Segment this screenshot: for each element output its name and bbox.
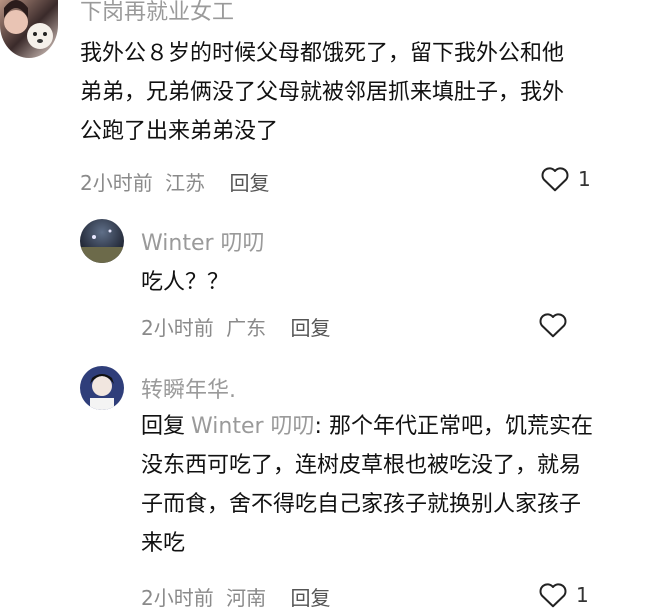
reply-text-line: 回复 Winter 叨叨: 那个年代正常吧，饥荒实在: [141, 407, 660, 446]
reply-button[interactable]: 回复: [229, 171, 269, 195]
reply-button[interactable]: 回复: [290, 316, 330, 340]
comment-text-line: 公跑了出来弟弟没了: [80, 119, 279, 144]
comment-text-line: 我外公８岁的时候父母都饿死了，留下我外公和他: [80, 41, 565, 66]
reply-text-line: 来吃: [141, 531, 186, 556]
avatar-image: [90, 374, 114, 410]
like-button[interactable]: 1: [540, 165, 591, 193]
reply-text-line: 子而食，舍不得吃自己家孩子就换别人家孩子: [141, 492, 582, 517]
reply-location: 广东: [226, 316, 267, 340]
avatar[interactable]: [80, 219, 124, 263]
reply-text: 回复 Winter 叨叨: 那个年代正常吧，饥荒实在 没东西可吃了，连树皮草根也被…: [141, 407, 660, 563]
comment-text: 我外公８岁的时候父母都饿死了，留下我外公和他 弟弟，兄弟俩没了父母就被邻居抓来填…: [80, 34, 655, 151]
avatar[interactable]: [0, 0, 58, 58]
reply-location: 河南: [226, 586, 267, 610]
like-button[interactable]: [538, 311, 568, 339]
reply-button[interactable]: 回复: [290, 586, 330, 610]
reply-username[interactable]: Winter 叨叨: [141, 225, 265, 257]
comment-meta: 2小时前 江苏 回复: [80, 167, 269, 196]
reply-text-segment: : 那个年代正常吧，饥荒实在: [314, 414, 593, 439]
comment-text-line: 弟弟，兄弟俩没了父母就被邻居抓来填肚子，我外: [80, 80, 565, 105]
avatar-image: [80, 229, 124, 263]
avatar-image: [4, 0, 53, 49]
avatar[interactable]: [80, 366, 124, 410]
reply-text: 吃人？？: [141, 270, 230, 295]
reply-time: 2小时前: [141, 316, 214, 340]
like-button[interactable]: 1: [538, 581, 589, 609]
comment-username[interactable]: 下岗再就业女工: [80, 0, 234, 26]
reply-meta: 2小时前 河南 回复: [141, 582, 330, 611]
like-count: 1: [578, 167, 591, 191]
reply-meta: 2小时前 广东 回复: [141, 312, 330, 341]
heart-icon: [541, 167, 569, 192]
reply-username[interactable]: 转瞬年华.: [141, 372, 236, 404]
reply-text-line: 没东西可吃了，连树皮草根也被吃没了，就易: [141, 453, 582, 478]
comment-time: 2小时前: [80, 171, 153, 195]
heart-icon: [539, 583, 567, 608]
like-count: 1: [576, 583, 589, 607]
heart-icon: [539, 313, 567, 338]
reply-prefix: 回复: [141, 414, 186, 439]
reply-to-username[interactable]: Winter 叨叨: [191, 414, 315, 439]
comment-location: 江苏: [165, 171, 206, 195]
reply-time: 2小时前: [141, 586, 214, 610]
